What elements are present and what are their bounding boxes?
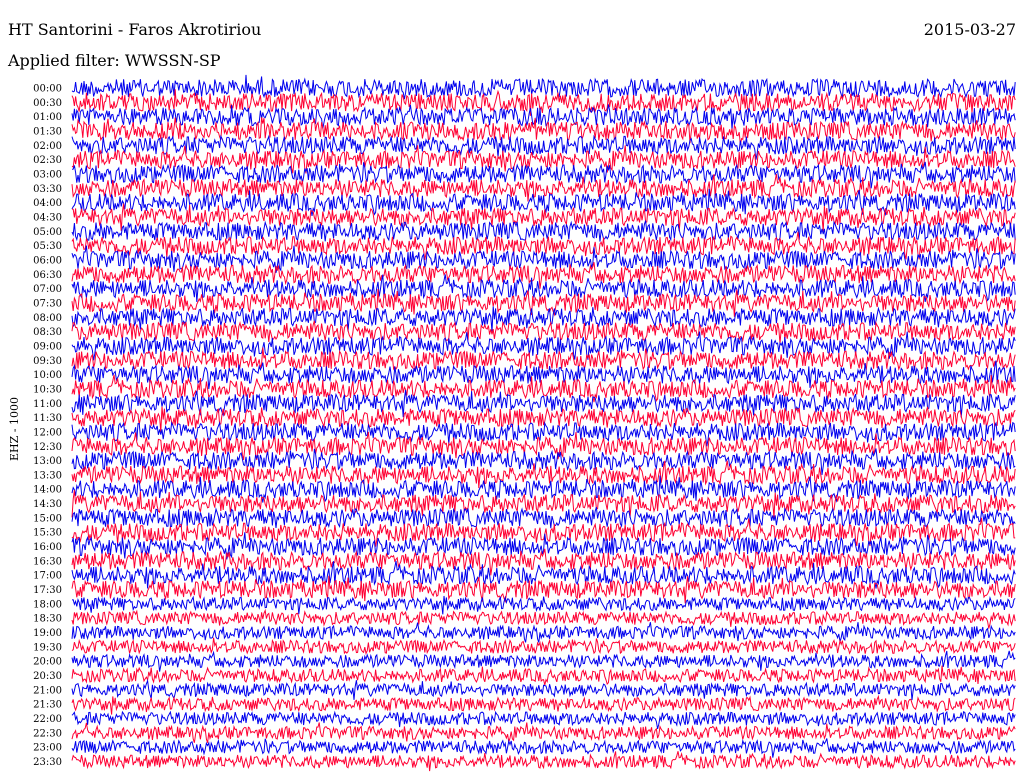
row-time-label: 03:00 xyxy=(33,169,62,180)
row-time-label: 18:30 xyxy=(33,614,62,625)
row-time-label: 12:30 xyxy=(33,442,62,453)
seismic-trace-1200 xyxy=(71,421,1016,447)
seismic-trace-2100 xyxy=(71,678,1016,701)
row-time-label: 02:30 xyxy=(33,155,62,166)
row-time-label: 21:00 xyxy=(33,685,62,696)
row-time-label: 08:30 xyxy=(33,327,62,338)
seismic-trace-1930 xyxy=(71,637,1016,655)
row-time-label: 06:30 xyxy=(33,270,62,281)
row-time-label: 09:30 xyxy=(33,356,62,367)
seismic-trace-0000 xyxy=(71,74,1016,100)
seismic-trace-0830 xyxy=(71,320,1016,344)
seismic-trace-2300 xyxy=(71,738,1016,758)
row-time-label: 22:00 xyxy=(33,714,62,725)
row-time-label: 23:30 xyxy=(33,757,62,768)
seismic-trace-2130 xyxy=(71,694,1016,715)
helicorder-plot: 00:00 00:30 01:00 01:30 02:00 02:30 03:00 03:30… xyxy=(33,74,1016,772)
seismic-trace-1330 xyxy=(71,460,1016,489)
row-time-label: 17:00 xyxy=(33,571,62,582)
row-time-label: 03:30 xyxy=(33,184,62,195)
row-time-label: 04:30 xyxy=(33,212,62,223)
row-time-label: 13:00 xyxy=(33,456,62,467)
row-time-label: 05:00 xyxy=(33,227,62,238)
seismic-trace-2030 xyxy=(71,665,1016,686)
row-time-label: 15:00 xyxy=(33,513,62,524)
seismic-trace-0100 xyxy=(71,104,1016,130)
row-time-label: 13:30 xyxy=(33,470,62,481)
row-time-label: 10:00 xyxy=(33,370,62,381)
row-time-label: 19:00 xyxy=(33,628,62,639)
seismic-trace-2000 xyxy=(71,650,1016,672)
seismic-trace-1130 xyxy=(71,406,1016,433)
row-time-label: 18:00 xyxy=(33,599,62,610)
row-time-label: 02:00 xyxy=(33,141,62,152)
trace-group xyxy=(71,74,1016,772)
row-time-label: 08:00 xyxy=(33,313,62,324)
row-time-label: 06:00 xyxy=(33,255,62,266)
row-time-label: 14:30 xyxy=(33,499,62,510)
row-time-label: 04:00 xyxy=(33,198,62,209)
row-time-label: 23:00 xyxy=(33,743,62,754)
row-time-label: 07:30 xyxy=(33,298,62,309)
row-time-label: 21:30 xyxy=(33,700,62,711)
row-time-label: 20:00 xyxy=(33,657,62,668)
seismic-trace-0300 xyxy=(71,161,1016,189)
seismic-trace-0700 xyxy=(71,274,1016,302)
seismic-trace-2330 xyxy=(71,751,1016,772)
row-time-label: 05:30 xyxy=(33,241,62,252)
row-time-label: 22:30 xyxy=(33,728,62,739)
row-time-label: 16:00 xyxy=(33,542,62,553)
seismic-trace-0930 xyxy=(71,347,1016,371)
row-time-label: 19:30 xyxy=(33,642,62,653)
row-time-label: 16:30 xyxy=(33,556,62,567)
seismic-trace-2200 xyxy=(71,710,1016,730)
row-time-label: 10:30 xyxy=(33,384,62,395)
row-time-label: 11:30 xyxy=(33,413,62,424)
seismic-trace-2230 xyxy=(71,722,1016,743)
row-time-label: 00:30 xyxy=(33,98,62,109)
row-time-label: 09:00 xyxy=(33,341,62,352)
row-time-label: 07:00 xyxy=(33,284,62,295)
seismic-trace-1800 xyxy=(71,595,1016,615)
time-label-group: 00:00 00:30 01:00 01:30 02:00 02:30 03:00 03:30… xyxy=(33,84,62,769)
row-time-label: 01:30 xyxy=(33,126,62,137)
row-time-label: 15:30 xyxy=(33,528,62,539)
row-time-label: 01:00 xyxy=(33,112,62,123)
row-time-label: 20:30 xyxy=(33,671,62,682)
row-time-label: 14:00 xyxy=(33,485,62,496)
row-time-label: 00:00 xyxy=(33,84,62,95)
row-time-label: 12:00 xyxy=(33,427,62,438)
seismic-trace-1830 xyxy=(71,608,1016,629)
seismic-trace-0230 xyxy=(71,145,1016,174)
row-time-label: 17:30 xyxy=(33,585,62,596)
row-time-label: 11:00 xyxy=(33,399,62,410)
